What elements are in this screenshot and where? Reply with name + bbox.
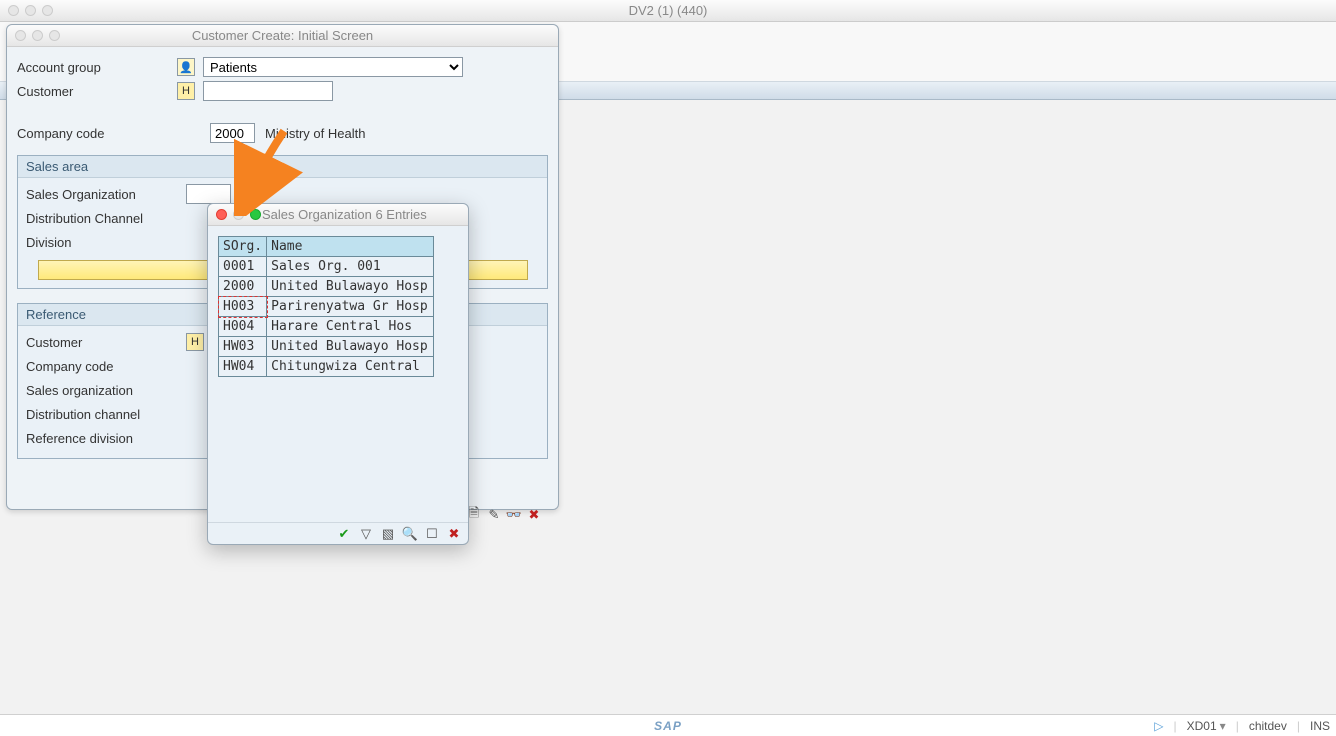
outer-titlebar: DV2 (1) (440): [0, 0, 1336, 22]
traffic-min[interactable]: [25, 5, 36, 16]
ref-customer-label: Customer: [26, 335, 186, 350]
pencil-icon[interactable]: ✎: [486, 507, 502, 523]
division-label: Division: [26, 235, 186, 250]
outer-window-title: DV2 (1) (440): [0, 3, 1336, 18]
table-row[interactable]: 2000United Bulawayo Hosp: [219, 277, 434, 297]
customer-input[interactable]: [203, 81, 333, 101]
user-display: chitdev: [1249, 719, 1287, 733]
col-sorg[interactable]: SOrg.: [219, 237, 267, 257]
company-code-name: Ministry of Health: [265, 126, 365, 141]
ref-dist-channel-label: Distribution channel: [26, 407, 186, 422]
traffic-min[interactable]: [233, 209, 244, 220]
sap-logo: SAP: [654, 719, 682, 733]
f4-table: SOrg. Name 0001Sales Org. 001 2000United…: [218, 236, 434, 377]
ref-sales-org-label: Sales organization: [26, 383, 186, 398]
check-icon[interactable]: ✔: [336, 526, 352, 542]
company-code-label: Company code: [17, 126, 210, 141]
filter2-icon[interactable]: ▧: [380, 526, 396, 542]
customer-label: Customer: [17, 84, 177, 99]
traffic-max[interactable]: [42, 5, 53, 16]
history-icon[interactable]: H: [186, 333, 204, 351]
sales-org-input[interactable]: [186, 184, 231, 204]
sales-area-title: Sales area: [18, 156, 547, 178]
f4-popup: Sales Organization 6 Entries SOrg. Name …: [207, 203, 469, 545]
person-icon[interactable]: 👤: [177, 58, 195, 76]
sales-org-label: Sales Organization: [26, 187, 186, 202]
side-tools: 🗎 ✎ 👓 ✖: [466, 507, 542, 523]
popup-titlebar: Sales Organization 6 Entries: [208, 204, 468, 226]
dist-channel-label: Distribution Channel: [26, 211, 186, 226]
page-icon[interactable]: ☐: [424, 526, 440, 542]
account-group-label: Account group: [17, 60, 177, 75]
inner-window-title: Customer Create: Initial Screen: [7, 28, 558, 43]
table-row[interactable]: HW04Chitungwiza Central: [219, 357, 434, 377]
close-icon[interactable]: ✖: [446, 526, 462, 542]
session-indicator-icon[interactable]: ▷: [1154, 719, 1163, 733]
col-name[interactable]: Name: [267, 237, 434, 257]
inner-titlebar: Customer Create: Initial Screen: [7, 25, 558, 47]
insert-mode: INS: [1310, 719, 1330, 733]
close-icon[interactable]: ✖: [526, 507, 542, 523]
binoculars-icon[interactable]: 🔍: [402, 526, 418, 542]
ref-division-label: Reference division: [26, 431, 186, 446]
table-row[interactable]: H004Harare Central Hos: [219, 317, 434, 337]
table-row[interactable]: 0001Sales Org. 001: [219, 257, 434, 277]
app-window: DV2 (1) (440) Customer Create: Initial S…: [0, 0, 1336, 736]
table-row[interactable]: H003Parirenyatwa Gr Hosp: [219, 297, 434, 317]
popup-title: Sales Organization 6 Entries: [248, 207, 468, 222]
filter-icon[interactable]: ▽: [358, 526, 374, 542]
traffic-lights-outer: [8, 5, 53, 16]
traffic-close[interactable]: [216, 209, 227, 220]
status-bar: SAP ▷ | XD01 | chitdev | INS: [0, 714, 1336, 736]
ref-company-code-label: Company code: [26, 359, 186, 374]
popup-toolbar: ✔ ▽ ▧ 🔍 ☐ ✖: [208, 522, 468, 544]
glasses-icon[interactable]: 👓: [506, 507, 522, 523]
account-group-select[interactable]: Patients: [203, 57, 463, 77]
table-row[interactable]: HW03United Bulawayo Hosp: [219, 337, 434, 357]
tcode-display[interactable]: XD01: [1187, 719, 1226, 733]
traffic-close[interactable]: [8, 5, 19, 16]
history-icon[interactable]: H: [177, 82, 195, 100]
company-code-input[interactable]: [210, 123, 255, 143]
